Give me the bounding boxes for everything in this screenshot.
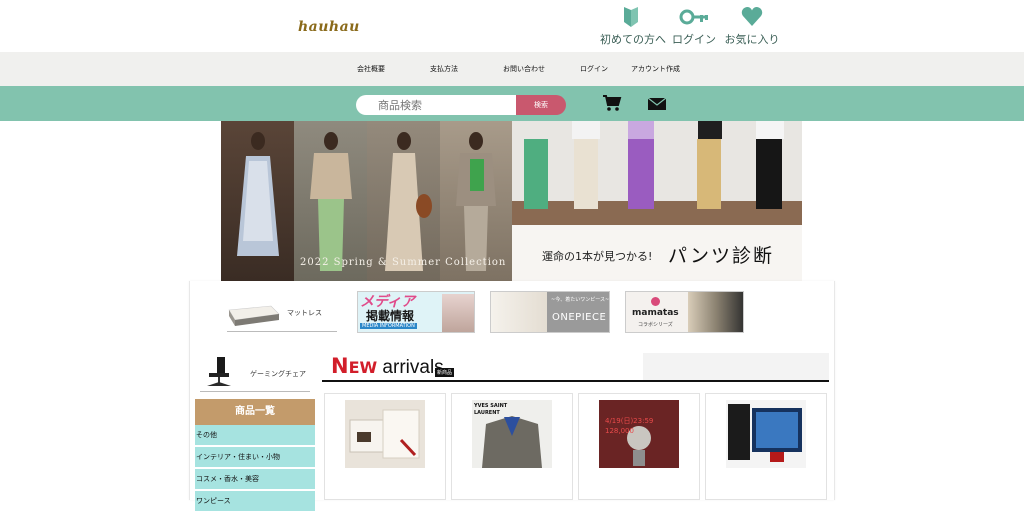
product-thumb-text: 4/19(日)23:59 128,000: [605, 417, 654, 435]
sidebar-heading: 商品一覧: [195, 399, 315, 425]
beginner-leaf-icon: [600, 6, 662, 28]
mamatas-logo-icon: [651, 297, 660, 306]
new-arrivals-badge: 新商品: [435, 368, 455, 377]
new-arrivals-underline: [322, 380, 829, 382]
product-card[interactable]: YVES SAINT LAURENT: [451, 393, 573, 500]
sidebar-item-other[interactable]: その他: [195, 425, 315, 446]
cart-icon[interactable]: [602, 94, 622, 112]
media-banner-en: MEDIA INFORMATION: [360, 323, 417, 329]
pants-photo-banner[interactable]: [512, 121, 802, 225]
hero-photo-1: [221, 121, 294, 281]
mamatas-subtitle: コラボシリーズ: [638, 322, 673, 328]
gaming-chair-divider: [200, 391, 310, 392]
media-info-banner[interactable]: メディア 掲載情報 MEDIA INFORMATION: [357, 291, 475, 333]
nav-contact[interactable]: お問い合わせ: [503, 64, 545, 74]
onepiece-subtitle: ~今、着たいワンピース~: [551, 297, 610, 303]
top-header: hauhau 初めての方へ ログイン お気に入り: [0, 0, 1024, 52]
favorites-link[interactable]: お気に入り: [724, 6, 780, 47]
pants-diagnosis-banner[interactable]: 運命の1本が見つかる! パンツ診断: [512, 225, 802, 281]
favorites-label: お気に入り: [724, 33, 780, 46]
mattress-category-label[interactable]: マットレス: [287, 308, 322, 318]
product-thumbnail: YVES SAINT LAURENT: [472, 400, 552, 468]
nav-company[interactable]: 会社概要: [357, 64, 385, 74]
pants-diagnosis-subtitle: 運命の1本が見つかる!: [542, 250, 653, 263]
pants-diagnosis-title: パンツ診断: [668, 245, 774, 267]
sidebar-item-interior[interactable]: インテリア・住まい・小物: [195, 447, 315, 468]
product-card[interactable]: [324, 393, 446, 500]
product-thumbnail: [726, 400, 806, 468]
mamatas-title: mamatas: [632, 308, 679, 318]
beginner-label: 初めての方へ: [600, 33, 666, 46]
search-bar: 検索: [0, 86, 1024, 121]
sidebar-item-onepiece[interactable]: ワンピース: [195, 491, 315, 512]
hero-caption: 2022 Spring & Summer Collection: [300, 257, 507, 268]
site-logo[interactable]: hauhau: [298, 19, 360, 35]
mamatas-banner[interactable]: mamatas コラボシリーズ: [625, 291, 744, 333]
new-arrivals-title: NEW arrivals: [331, 354, 444, 378]
search-input[interactable]: [356, 95, 516, 115]
search-button[interactable]: 検索: [516, 95, 566, 115]
gaming-chair-category-label[interactable]: ゲーミングチェア: [250, 369, 306, 379]
gaming-chair-image[interactable]: [203, 355, 235, 393]
magazine-image: [442, 294, 474, 332]
beginner-link[interactable]: 初めての方へ: [600, 6, 666, 47]
mattress-image[interactable]: [227, 302, 281, 330]
product-card[interactable]: [705, 393, 827, 500]
login-label: ログイン: [672, 33, 716, 46]
main-nav: 会社概要 支払方法 お問い合わせ ログイン アカウント作成: [0, 52, 1024, 86]
heart-icon: [724, 6, 780, 28]
nav-login[interactable]: ログイン: [580, 64, 608, 74]
product-thumb-text: YVES SAINT LAURENT: [474, 403, 508, 416]
key-icon: [670, 6, 718, 28]
login-link[interactable]: ログイン: [670, 6, 718, 47]
hero-collection-banner[interactable]: 2022 Spring & Summer Collection: [221, 121, 512, 281]
nav-payment[interactable]: 支払方法: [430, 64, 458, 74]
onepiece-banner[interactable]: ~今、着たいワンピース~ ONEPIECE: [490, 291, 610, 333]
nav-create-account[interactable]: アカウント作成: [631, 64, 680, 74]
new-arrivals-header-bg: [643, 353, 829, 381]
mamatas-photo: [688, 292, 743, 332]
onepiece-title: ONEPIECE: [552, 312, 607, 323]
mail-icon[interactable]: [647, 96, 667, 110]
product-thumbnail: [345, 400, 425, 468]
product-thumbnail: 4/19(日)23:59 128,000: [599, 400, 679, 468]
mattress-divider: [227, 331, 337, 332]
onepiece-photo: [491, 292, 547, 332]
sidebar-item-cosmetics[interactable]: コスメ・香水・美容: [195, 469, 315, 490]
media-banner-subtitle: 掲載情報: [366, 309, 415, 323]
product-card[interactable]: 4/19(日)23:59 128,000: [578, 393, 700, 500]
